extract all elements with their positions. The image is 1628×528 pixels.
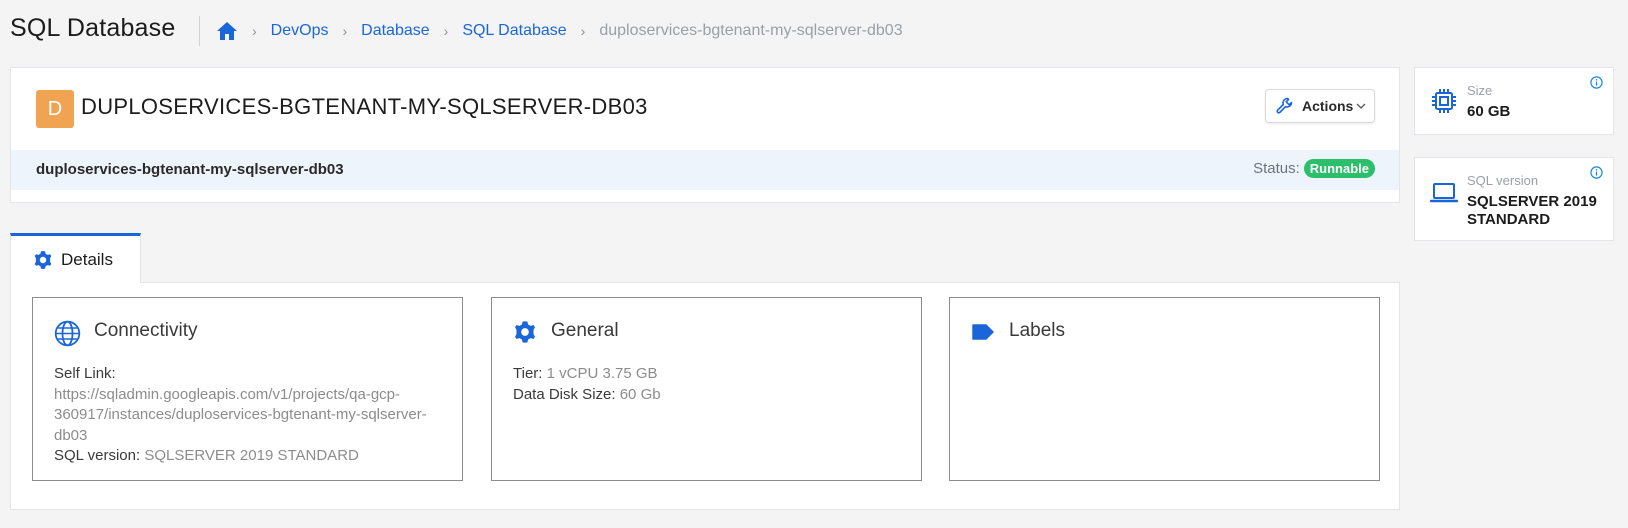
sql-version-text: SQLSERVER 2019 STANDARD [144, 447, 359, 464]
breadcrumb-current: duploservices-bgtenant-my-sqlserver-db03 [599, 22, 903, 39]
chevron-down-icon [1356, 102, 1366, 110]
connectivity-body: Self Link: https://sqladmin.googleapis.c… [54, 364, 439, 467]
wrench-icon [1276, 97, 1294, 115]
data-disk-size-key: Data Disk Size [513, 385, 612, 403]
tab-details[interactable]: Details [10, 233, 141, 283]
actions-button[interactable]: Actions [1265, 89, 1375, 123]
breadcrumb-sql-database-link[interactable]: SQL Database [462, 22, 566, 40]
breadcrumb-separator-icon: › [580, 23, 586, 39]
gear-icon [513, 320, 537, 344]
page-header: SQL Database › DevOps › Database › SQL D… [0, 0, 1628, 62]
breadcrumb-devops-link[interactable]: DevOps [271, 22, 329, 40]
labels-card: Labels [949, 297, 1380, 481]
labels-title: Labels [1009, 320, 1065, 341]
chip-icon [1430, 86, 1458, 116]
breadcrumb-database-link[interactable]: Database [361, 22, 430, 40]
globe-icon [54, 320, 81, 347]
breadcrumb: › DevOps › Database › SQL Database › dup… [216, 20, 903, 42]
tag-icon [971, 323, 995, 341]
avatar: D [36, 90, 74, 128]
self-link-key: Self Link [54, 365, 112, 382]
resource-sub-name: duploservices-bgtenant-my-sqlserver-db03 [36, 161, 344, 178]
status-badge: Runnable [1303, 159, 1375, 178]
sql-version-key: SQL version [54, 447, 136, 464]
tab-details-label: Details [61, 249, 113, 269]
sql-version-card: SQL version SQLSERVER 2019 STANDARD [1414, 157, 1614, 241]
home-icon[interactable] [216, 20, 238, 42]
breadcrumb-separator-icon: › [252, 23, 257, 39]
connectivity-card: Connectivity Self Link: https://sqladmin… [32, 297, 463, 481]
status: Status: Runnable [1253, 159, 1375, 178]
self-link-value: https://sqladmin.googleapis.com/v1/proje… [54, 385, 427, 444]
title-divider [199, 16, 200, 46]
status-label: Status: [1253, 160, 1300, 177]
size-label: Size [1467, 83, 1493, 98]
laptop-icon [1430, 182, 1458, 204]
resource-sub-bar: duploservices-bgtenant-my-sqlserver-db03… [11, 150, 1399, 190]
sql-version-value: SQLSERVER 2019 STANDARD [1467, 193, 1597, 228]
general-title: General [551, 320, 619, 341]
data-disk-size-value: 60 Gb [619, 385, 661, 403]
general-body: Tier: 1 vCPU 3.75 GB Data Disk Size: 60 … [513, 365, 661, 403]
gear-icon [33, 250, 53, 270]
breadcrumb-separator-icon: › [342, 23, 348, 39]
details-panel: Connectivity Self Link: https://sqladmin… [10, 282, 1400, 510]
size-card: Size 60 GB [1414, 67, 1614, 135]
info-icon[interactable] [1590, 166, 1603, 179]
tier-value: 1 vCPU 3.75 GB [546, 365, 658, 382]
tier-key: Tier [513, 365, 539, 382]
page-title: SQL Database [10, 14, 176, 42]
resource-card: D DUPLOSERVICES-BGTENANT-MY-SQLSERVER-DB… [10, 67, 1400, 203]
general-card: General Tier: 1 vCPU 3.75 GB Data Disk S… [491, 297, 922, 481]
size-value: 60 GB [1467, 103, 1511, 120]
breadcrumb-separator-icon: › [443, 23, 449, 39]
info-icon[interactable] [1590, 76, 1603, 89]
resource-title: DUPLOSERVICES-BGTENANT-MY-SQLSERVER-DB03 [81, 94, 648, 119]
connectivity-title: Connectivity [94, 320, 198, 341]
actions-label: Actions [1302, 98, 1354, 114]
sql-version-label: SQL version [1467, 173, 1539, 188]
